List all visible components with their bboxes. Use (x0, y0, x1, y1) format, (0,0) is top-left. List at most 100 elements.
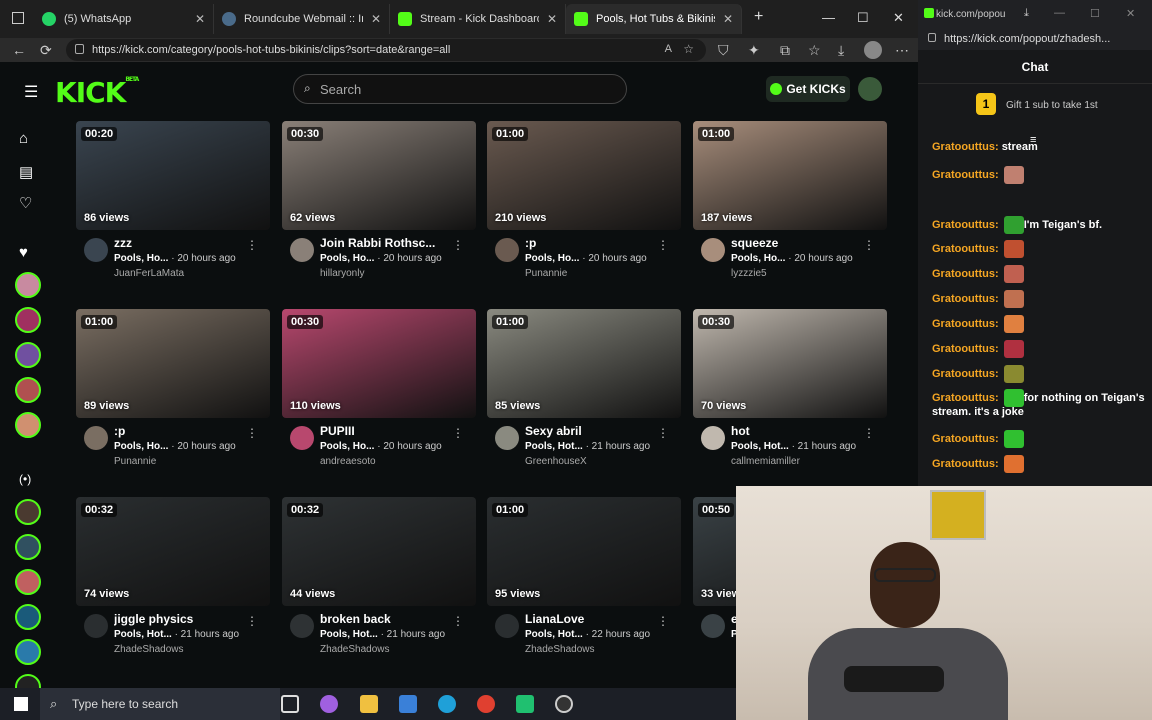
clip-card[interactable]: 00:30 62 views Join Rabbi Rothsc... Pools, … (282, 121, 476, 280)
clip-title[interactable]: Join Rabbi Rothsc... (320, 236, 460, 250)
live-icon[interactable]: (•) (19, 472, 31, 486)
heart-icon[interactable]: ♥ (19, 244, 28, 261)
avatar[interactable] (858, 77, 882, 101)
clip-title[interactable]: hot (731, 424, 871, 438)
category-link[interactable]: Pools, Hot... (525, 629, 583, 640)
taskbar-search-input[interactable]: ⌕ Type here to search (40, 688, 280, 720)
maximize-icon[interactable]: ☐ (1090, 7, 1100, 20)
chat-username[interactable]: Gratoouttus (932, 169, 995, 181)
clip-title[interactable]: broken back (320, 612, 460, 626)
followed-channel-avatar[interactable] (15, 412, 41, 438)
chat-username[interactable]: Gratoouttus (932, 368, 995, 380)
followed-channel-avatar[interactable] (15, 342, 41, 368)
clip-title[interactable]: squeeze (731, 236, 871, 250)
avatar[interactable] (84, 426, 108, 450)
clip-username[interactable]: ZhadeShadows (114, 644, 184, 655)
minimize-icon[interactable]: — (822, 10, 835, 25)
clip-username[interactable]: hillaryonly (320, 268, 364, 279)
more-options-icon[interactable]: ⋮ (246, 426, 258, 440)
file-explorer-icon[interactable] (360, 695, 378, 713)
copilot-icon[interactable] (320, 695, 338, 713)
collections-icon[interactable]: ☆ (808, 42, 821, 59)
category-link[interactable]: Pools, Ho... (525, 253, 579, 264)
edge-icon[interactable] (438, 695, 456, 713)
clip-card[interactable]: 00:30 110 views PUPIII Pools, Ho... · 20 ho… (282, 309, 476, 468)
category-link[interactable]: Pools, Hot... (731, 441, 789, 452)
clip-username[interactable]: lyzzzie5 (731, 268, 767, 279)
tab-whatsapp[interactable]: (5) WhatsApp ✕ (34, 4, 214, 34)
gift-sub-banner[interactable]: 1 Gift 1 sub to take 1st (918, 84, 1152, 126)
clip-thumbnail[interactable]: 00:30 110 views (282, 309, 476, 418)
url-field[interactable]: https://kick.com/category/pools-hot-tubs… (66, 39, 706, 61)
avatar[interactable] (290, 238, 314, 262)
more-options-icon[interactable]: ⋮ (863, 426, 875, 440)
chat-username[interactable]: Gratoouttus (932, 219, 995, 231)
tab-kick-clips[interactable]: Pools, Hot Tubs & Bikinis Clip ✕ (566, 4, 742, 34)
clip-card[interactable]: 00:32 44 views broken back Pools, Hot... · … (282, 497, 476, 656)
recommended-channel-avatar[interactable] (15, 534, 41, 560)
clip-card[interactable]: 01:00 85 views Sexy abril Pools, Hot... · 2… (487, 309, 681, 468)
category-link[interactable]: Pools, Ho... (731, 253, 785, 264)
clip-thumbnail[interactable]: 01:00 95 views (487, 497, 681, 606)
maximize-icon[interactable]: ☐ (857, 10, 869, 26)
browse-icon[interactable]: ▤ (19, 163, 33, 181)
clip-username[interactable]: Punannie (114, 456, 156, 467)
clip-card[interactable]: 01:00 95 views LianaLove Pools, Hot... · 22… (487, 497, 681, 656)
avatar[interactable] (701, 614, 725, 638)
category-link[interactable]: Pools, Ho... (114, 441, 168, 452)
clip-card[interactable]: 00:30 70 views hot Pools, Hot... · 21 hours… (693, 309, 887, 468)
refresh-icon[interactable]: ⟳ (40, 42, 52, 59)
clip-thumbnail[interactable]: 00:30 62 views (282, 121, 476, 230)
tab-kick-dashboard[interactable]: Stream - Kick Dashboard ✕ (390, 4, 566, 34)
recommended-channel-avatar[interactable] (15, 569, 41, 595)
windows-icon[interactable] (12, 12, 24, 24)
category-link[interactable]: Pools, Ho... (114, 253, 168, 264)
clip-thumbnail[interactable]: 01:00 85 views (487, 309, 681, 418)
close-icon[interactable]: ✕ (371, 12, 381, 26)
avatar[interactable] (290, 614, 314, 638)
kick-logo[interactable]: KICKBETA (55, 76, 139, 109)
recommended-channel-avatar[interactable] (15, 604, 41, 630)
clip-username[interactable]: ZhadeShadows (320, 644, 390, 655)
split-screen-icon[interactable]: ⧉ (780, 42, 790, 59)
more-options-icon[interactable]: ⋮ (863, 238, 875, 252)
clip-thumbnail[interactable]: 00:20 86 views (76, 121, 270, 230)
chat-username[interactable]: Gratoouttus (932, 243, 995, 255)
more-options-icon[interactable]: ⋮ (657, 238, 669, 252)
more-options-icon[interactable]: ⋮ (452, 238, 464, 252)
following-icon[interactable]: ♡ (19, 194, 32, 212)
clip-title[interactable]: :p (114, 424, 254, 438)
recommended-channel-avatar[interactable] (15, 499, 41, 525)
clip-username[interactable]: Punannie (525, 268, 567, 279)
more-options-icon[interactable]: ⋮ (246, 238, 258, 252)
clip-card[interactable]: 01:00 187 views squeeze Pools, Ho... · 20 h… (693, 121, 887, 280)
avatar[interactable] (495, 426, 519, 450)
avatar[interactable] (84, 614, 108, 638)
task-view-icon[interactable] (281, 695, 299, 713)
chat-username[interactable]: Gratoouttus (932, 458, 995, 470)
avatar[interactable] (495, 614, 519, 638)
category-link[interactable]: Pools, Hot... (525, 441, 583, 452)
avatar[interactable] (701, 238, 725, 262)
chrome-icon[interactable] (477, 695, 495, 713)
chat-username[interactable]: Gratoouttus (932, 141, 995, 153)
chat-username[interactable]: Gratoouttus (932, 343, 995, 355)
followed-channel-avatar[interactable] (15, 307, 41, 333)
download-icon[interactable]: ⤓ (838, 42, 844, 59)
profile-icon[interactable] (864, 41, 882, 59)
close-icon[interactable]: ✕ (723, 12, 733, 26)
extensions-icon[interactable]: ✦ (748, 42, 760, 59)
favorite-icon[interactable]: ☆ (683, 42, 694, 56)
start-icon[interactable] (14, 697, 28, 711)
more-options-icon[interactable]: ⋮ (452, 426, 464, 440)
obs-icon[interactable] (555, 695, 573, 713)
close-window-icon[interactable]: ✕ (893, 10, 904, 26)
clip-title[interactable]: :p (525, 236, 665, 250)
clip-title[interactable]: Sexy abril (525, 424, 665, 438)
search-input[interactable]: ⌕ Search (293, 74, 627, 104)
clip-title[interactable]: jiggle physics (114, 612, 254, 626)
chat-username[interactable]: Gratoouttus (932, 293, 995, 305)
close-icon[interactable]: ✕ (195, 12, 205, 26)
clip-title[interactable]: LianaLove (525, 612, 665, 626)
clip-username[interactable]: callmemiamiller (731, 456, 800, 467)
